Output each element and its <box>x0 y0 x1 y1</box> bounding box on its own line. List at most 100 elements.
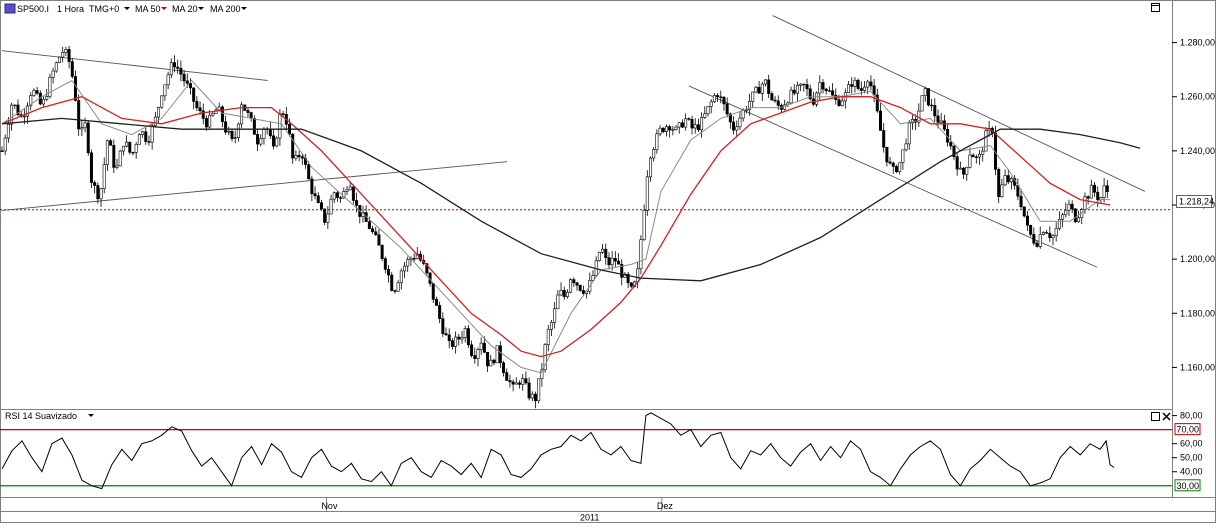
candle-body <box>773 99 777 102</box>
last-price-label: 1.218,24 <box>1179 197 1214 207</box>
candle-body <box>719 96 723 98</box>
rsi-tick-label: 50,00 <box>1180 453 1203 463</box>
candle-body <box>668 126 672 131</box>
candle-body <box>236 123 240 138</box>
rsi-label[interactable]: RSI 14 Suavizado <box>5 411 77 421</box>
candle-body <box>658 127 662 135</box>
candle-body <box>118 150 122 167</box>
candle-body <box>470 344 474 356</box>
candle <box>54 61 58 73</box>
candle-body <box>1003 175 1007 186</box>
candle-body <box>613 258 617 262</box>
candle-body <box>565 291 569 297</box>
ma20-label[interactable]: MA 20 <box>172 4 198 14</box>
candle-body <box>533 393 537 402</box>
timeframe-label[interactable]: 1 Hora <box>57 4 84 14</box>
candle-body <box>220 106 224 123</box>
candle-body <box>754 86 758 93</box>
candle-body <box>6 123 10 139</box>
candle-body <box>655 133 659 150</box>
candle-body <box>984 130 988 152</box>
candle-body <box>767 79 771 94</box>
candle-body <box>83 122 87 129</box>
candle <box>1073 208 1077 224</box>
candle-body <box>716 95 720 98</box>
candle-body <box>150 125 154 143</box>
candle-body <box>601 248 605 253</box>
candle-body <box>61 52 65 58</box>
candle-body <box>978 153 982 158</box>
candle-body <box>291 133 295 159</box>
candle-body <box>479 342 483 350</box>
rsi-pane-restore-button[interactable] <box>1151 412 1160 421</box>
candle-body <box>1029 224 1033 235</box>
candle-body <box>134 144 138 153</box>
instrument-name[interactable]: SP500.I <box>17 4 49 14</box>
candle-body <box>1000 184 1004 198</box>
candle-body <box>323 208 327 223</box>
candle-body <box>256 134 260 145</box>
candle-body <box>821 82 825 90</box>
candle-body <box>815 92 819 105</box>
candle-body <box>316 195 320 203</box>
candle-body <box>144 131 148 142</box>
candle-body <box>853 79 857 87</box>
candle-body <box>1061 214 1065 220</box>
candle <box>89 149 93 189</box>
candle-body <box>930 104 934 107</box>
candle <box>543 343 547 373</box>
candle-body <box>597 251 601 261</box>
price-pane[interactable] <box>0 0 1173 410</box>
candle-body <box>1032 234 1036 244</box>
ma50-label[interactable]: MA 50 <box>135 4 161 14</box>
candle-body <box>703 113 707 118</box>
candle-body <box>268 128 272 137</box>
candle-body <box>965 167 969 175</box>
candle-body <box>51 70 55 78</box>
candle-body <box>383 258 387 270</box>
window-restore-icon[interactable] <box>1151 3 1160 12</box>
candle-body <box>696 124 700 131</box>
candle-body <box>262 128 266 139</box>
candle-body <box>939 120 943 123</box>
candle-body <box>77 100 81 130</box>
candle-body <box>521 378 525 385</box>
candle-body <box>805 84 809 90</box>
candle-body <box>514 382 518 385</box>
candle-body <box>518 382 522 385</box>
candle-body <box>482 342 486 353</box>
candle-body <box>981 150 985 155</box>
candle-body <box>505 372 509 381</box>
candle-body <box>693 124 697 129</box>
candle-body <box>310 178 314 195</box>
candle <box>495 345 499 364</box>
candle-body <box>396 282 400 292</box>
candle-body <box>955 156 959 170</box>
candle-body <box>275 137 279 147</box>
candle-body <box>885 146 889 163</box>
candle-body <box>1019 195 1023 208</box>
candle-body <box>802 83 806 86</box>
candle-body <box>1048 232 1052 238</box>
candle-body <box>463 328 467 338</box>
window-restore-icon[interactable] <box>1151 412 1160 421</box>
price-pane-restore-button[interactable] <box>1151 3 1160 12</box>
ma200-label[interactable]: MA 200 <box>210 4 241 14</box>
rsi-pane[interactable] <box>0 409 1173 498</box>
candle-body <box>335 192 339 198</box>
candle-body <box>722 96 726 105</box>
candle-body <box>1045 232 1049 234</box>
candle-body <box>434 299 438 306</box>
candle-body <box>399 270 403 284</box>
candle-body <box>837 99 841 106</box>
candle-body <box>642 210 646 240</box>
candle-body <box>45 96 49 100</box>
candle-body <box>732 121 736 131</box>
candle-body <box>431 283 435 300</box>
candle-body <box>604 248 608 258</box>
candle-body <box>968 154 972 168</box>
candle-body <box>610 258 614 266</box>
candle-body <box>537 378 541 402</box>
timezone-label[interactable]: TMG+0 <box>89 4 119 14</box>
candle-body <box>1102 185 1106 198</box>
